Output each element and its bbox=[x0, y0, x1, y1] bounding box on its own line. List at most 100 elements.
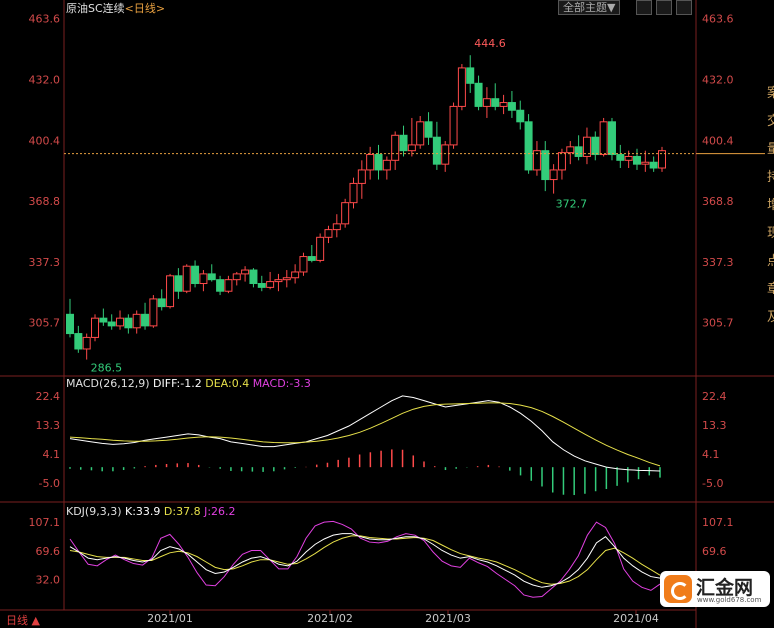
candle-body bbox=[207, 273, 216, 281]
candle-body bbox=[274, 279, 283, 283]
candle-body bbox=[407, 144, 416, 152]
macd-dea-line bbox=[69, 402, 661, 467]
theme-dropdown-button[interactable]: 全部主题▼ bbox=[558, 0, 621, 15]
candle-body bbox=[607, 121, 616, 156]
candle-body bbox=[299, 256, 308, 273]
kdj-tick-right: 69.6 bbox=[702, 545, 727, 558]
candle-body bbox=[432, 136, 441, 165]
price-tick-left: 337.3 bbox=[29, 256, 61, 269]
candle-body bbox=[341, 202, 350, 225]
candle-body bbox=[324, 229, 333, 238]
side-panel-glyph: 交 bbox=[767, 114, 774, 129]
kdj-layer: 107.1107.169.669.632.032.0 bbox=[29, 516, 734, 598]
candle-body bbox=[232, 273, 241, 281]
macd-tick-right: 4.1 bbox=[702, 448, 720, 461]
candle-body bbox=[249, 269, 258, 285]
price-tick-left: 463.6 bbox=[29, 13, 61, 26]
price-tick-left: 368.8 bbox=[29, 195, 61, 208]
candle-body bbox=[82, 336, 91, 350]
price-tick-left: 400.4 bbox=[29, 134, 61, 147]
macd-tick-left: 4.1 bbox=[43, 448, 61, 461]
candle-body bbox=[291, 271, 300, 279]
price-tick-right: 432.0 bbox=[702, 73, 734, 86]
candle-body bbox=[557, 152, 566, 171]
gold678-logo: 汇金网 www.gold678.com bbox=[660, 571, 770, 607]
price-tick-right: 368.8 bbox=[702, 195, 734, 208]
candle-body bbox=[199, 273, 208, 285]
low-annotation: 286.5 bbox=[91, 362, 123, 375]
period-link[interactable]: <日线> bbox=[125, 2, 165, 15]
macd-tick-right: 13.3 bbox=[702, 419, 727, 432]
candle-body bbox=[616, 154, 625, 161]
candle-body bbox=[391, 134, 400, 161]
kdj-tick-left: 107.1 bbox=[29, 516, 61, 529]
kdj-tick-left: 69.6 bbox=[36, 545, 61, 558]
price-tick-right: 463.6 bbox=[702, 13, 734, 26]
candle-body bbox=[541, 150, 550, 181]
candle-body bbox=[282, 277, 291, 281]
gold678-logo-mark-icon bbox=[664, 575, 692, 603]
minimize-button[interactable] bbox=[656, 0, 672, 15]
candle-body bbox=[216, 279, 225, 292]
candle-body bbox=[182, 265, 191, 292]
macd-macd-value: MACD:-3.3 bbox=[252, 377, 311, 390]
candle-body bbox=[399, 134, 408, 152]
candle-body bbox=[74, 333, 83, 350]
chart-canvas: 463.6 463.6 432.0 432.0 400.4 400.4 368.8 368.8… bbox=[0, 0, 774, 628]
period-tab[interactable]: 日线 ▲ bbox=[6, 612, 40, 628]
candle-body bbox=[357, 169, 366, 184]
candle-body bbox=[91, 317, 100, 338]
close-button[interactable] bbox=[676, 0, 692, 15]
side-panel-glyph: 现 bbox=[767, 226, 774, 241]
candle-body bbox=[574, 146, 583, 157]
candle-body bbox=[157, 298, 166, 308]
settings-button[interactable] bbox=[636, 0, 652, 15]
kdj-k-value: K:33.9 bbox=[125, 505, 161, 518]
candle-body bbox=[474, 82, 483, 107]
candle-body bbox=[366, 154, 375, 171]
candle-body bbox=[266, 281, 275, 288]
candle-body bbox=[441, 144, 450, 165]
high-annotation: 444.6 bbox=[474, 37, 506, 50]
kdj-legend: KDJ(9,3,3) K:33.9 D:37.8 J:26.2 bbox=[66, 505, 236, 518]
candle-body bbox=[549, 169, 558, 181]
macd-legend: MACD(26,12,9) DIFF:-1.2 DEA:0.4 MACD:-3.… bbox=[66, 377, 311, 390]
macd-tick-right: -5.0 bbox=[702, 477, 723, 490]
side-panel-glyph: 增 bbox=[767, 198, 774, 213]
recent-low-annotation: 372.7 bbox=[556, 198, 588, 211]
kdj-tick-right: 107.1 bbox=[702, 516, 734, 529]
macd-diff-line bbox=[69, 395, 661, 472]
candle-body bbox=[524, 121, 533, 171]
side-panel-glyph: 持 bbox=[767, 170, 774, 185]
candle-body bbox=[499, 102, 508, 107]
candle-body bbox=[241, 269, 250, 275]
candle-body bbox=[141, 313, 150, 327]
candle-body bbox=[166, 275, 175, 308]
kdj-j-value: J:26.2 bbox=[204, 505, 236, 518]
price-tick-left: 432.0 bbox=[29, 73, 61, 86]
candle-body bbox=[416, 121, 425, 146]
candles-layer: 444.6 286.5 372.7 bbox=[64, 37, 765, 375]
candle-body bbox=[482, 98, 491, 107]
kdj-k-line bbox=[69, 533, 661, 588]
candle-body bbox=[507, 102, 516, 111]
candle-body bbox=[591, 136, 600, 156]
side-panel-glyph: 量 bbox=[767, 142, 774, 157]
price-tick-right: 305.7 bbox=[702, 317, 734, 330]
macd-tick-left: -5.0 bbox=[39, 477, 60, 490]
macd-dea-value: DEA:0.4 bbox=[205, 377, 250, 390]
chart-frame: 463.6 463.6 432.0 432.0 400.4 400.4 368.8 368.8… bbox=[0, 0, 774, 628]
macd-diff-value: DIFF:-1.2 bbox=[153, 377, 202, 390]
side-panel-glyph: 点 bbox=[767, 254, 774, 269]
kdj-tick-left: 32.0 bbox=[36, 574, 61, 587]
kdj-title: KDJ(9,3,3) bbox=[66, 505, 122, 518]
candle-body bbox=[449, 105, 458, 146]
candle-body bbox=[174, 275, 183, 292]
candle-body bbox=[191, 265, 200, 285]
candle-body bbox=[632, 155, 641, 165]
price-tick-right: 400.4 bbox=[702, 134, 734, 147]
side-panel-glyph: 案 bbox=[767, 86, 774, 101]
candle-body bbox=[649, 161, 658, 169]
kdj-j-line bbox=[69, 520, 661, 598]
candle-body bbox=[107, 321, 116, 327]
